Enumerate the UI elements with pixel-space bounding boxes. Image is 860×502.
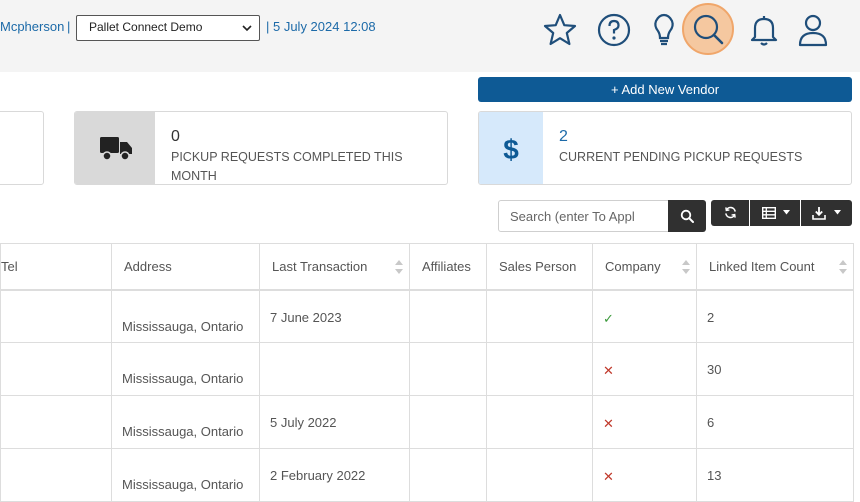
sort-icon[interactable] <box>839 259 847 275</box>
list-icon <box>762 207 776 219</box>
tel-cell <box>0 289 112 343</box>
caret-down-icon <box>834 210 841 215</box>
ideas-button[interactable] <box>644 10 684 50</box>
column-header-affiliates[interactable]: Affiliates <box>409 243 487 291</box>
linked-item-count-cell: 13 <box>696 448 854 502</box>
column-header-label: Linked Item Count <box>709 258 815 274</box>
help-icon <box>597 13 631 47</box>
table-row[interactable]: Mississauga, Ontario ✕ 30 <box>0 342 854 396</box>
bell-icon <box>750 16 778 46</box>
last-transaction-cell: 5 July 2022 <box>259 395 410 449</box>
table-row[interactable]: Mississauga, Ontario 7 June 2023 ✓ 2 <box>0 289 854 343</box>
last-transaction-cell: 2 February 2022 <box>259 448 410 502</box>
column-header-sales-person[interactable]: Sales Person <box>486 243 593 291</box>
affiliates-cell <box>409 448 487 502</box>
table-row[interactable]: Mississauga, Ontario 5 July 2022 ✕ 6 <box>0 395 854 449</box>
table-row[interactable]: Mississauga, Ontario 2 February 2022 ✕ 1… <box>0 448 854 502</box>
sales-person-cell <box>486 289 593 343</box>
vendors-table: Tel Address Last Transaction Affiliates … <box>0 243 854 502</box>
completed-pickups-count: 0 <box>171 128 180 145</box>
truck-icon <box>100 137 132 161</box>
affiliates-cell <box>409 395 487 449</box>
column-header-label: Sales Person <box>499 258 577 274</box>
company-cross-icon: ✕ <box>592 342 697 396</box>
company-cross-icon: ✕ <box>592 395 697 449</box>
help-button[interactable] <box>594 10 634 50</box>
sales-person-cell <box>486 448 593 502</box>
column-header-label: Affiliates <box>422 258 471 274</box>
top-bar: Mcpherson | Pallet Connect Demo | 5 July… <box>0 0 860 72</box>
pending-pickups-card[interactable]: $ 2 CURRENT PENDING PICKUP REQUESTS <box>478 111 852 185</box>
stat-card-partial <box>0 111 44 185</box>
column-header-tel[interactable]: Tel <box>0 243 112 291</box>
column-header-last-transaction[interactable]: Last Transaction <box>259 243 410 291</box>
dollar-icon: $ <box>503 134 519 165</box>
search-icon <box>693 14 724 45</box>
address-cell: Mississauga, Ontario <box>111 289 260 343</box>
tel-cell <box>0 342 112 396</box>
refresh-icon <box>725 206 736 219</box>
add-new-vendor-button[interactable]: + Add New Vendor <box>478 77 852 102</box>
column-header-address[interactable]: Address <box>111 243 260 291</box>
table-search-input[interactable]: Search (enter To Appl <box>498 200 670 232</box>
profile-button[interactable] <box>793 10 833 50</box>
star-icon <box>543 13 577 46</box>
column-header-company[interactable]: Company <box>592 243 697 291</box>
svg-text:$: $ <box>503 134 519 165</box>
card-icon-box <box>75 112 155 184</box>
table-search-button[interactable] <box>668 200 706 232</box>
last-transaction-cell <box>259 342 410 396</box>
column-header-label: Address <box>124 258 172 274</box>
refresh-button[interactable] <box>711 200 749 226</box>
sales-person-cell <box>486 342 593 396</box>
affiliates-cell <box>409 342 487 396</box>
linked-item-count-cell: 30 <box>696 342 854 396</box>
card-icon-box: $ <box>479 112 543 184</box>
column-header-linked-item-count[interactable]: Linked Item Count <box>696 243 854 291</box>
address-cell: Mississauga, Ontario <box>111 395 260 449</box>
company-cross-icon: ✕ <box>592 448 697 502</box>
download-icon <box>812 207 826 220</box>
user-name-link[interactable]: Mcpherson <box>0 19 64 34</box>
organization-select-value: Pallet Connect Demo <box>89 20 203 34</box>
pending-pickups-label: CURRENT PENDING PICKUP REQUESTS <box>559 150 803 164</box>
sort-icon[interactable] <box>682 259 690 275</box>
tel-cell <box>0 448 112 502</box>
last-transaction-cell: 7 June 2023 <box>259 289 410 343</box>
caret-down-icon <box>783 210 790 215</box>
linked-item-count-cell: 2 <box>696 289 854 343</box>
company-check-icon: ✓ <box>592 289 697 343</box>
completed-pickups-label: PICKUP REQUESTS COMPLETED THIS MONTH <box>171 150 403 183</box>
affiliates-cell <box>409 289 487 343</box>
search-icon <box>680 209 694 223</box>
separator: | <box>67 19 71 34</box>
global-search-button[interactable] <box>682 3 734 55</box>
tel-cell <box>0 395 112 449</box>
column-header-label: Tel <box>1 258 18 274</box>
organization-select[interactable]: Pallet Connect Demo <box>76 15 260 41</box>
column-header-label: Company <box>605 258 661 274</box>
column-header-label: Last Transaction <box>272 258 368 274</box>
table-header-row: Tel Address Last Transaction Affiliates … <box>0 243 854 291</box>
pending-pickups-count[interactable]: 2 <box>559 128 568 146</box>
address-cell: Mississauga, Ontario <box>111 342 260 396</box>
sales-person-cell <box>486 395 593 449</box>
export-button[interactable] <box>801 200 852 226</box>
completed-pickups-card[interactable]: 0 PICKUP REQUESTS COMPLETED THIS MONTH <box>74 111 448 185</box>
lightbulb-icon <box>654 13 674 46</box>
address-cell: Mississauga, Ontario <box>111 448 260 502</box>
notifications-button[interactable] <box>744 10 784 50</box>
favorites-button[interactable] <box>540 10 580 50</box>
user-icon <box>798 14 828 47</box>
sort-icon[interactable] <box>395 259 403 275</box>
chevron-down-icon <box>242 25 252 32</box>
linked-item-count-cell: 6 <box>696 395 854 449</box>
columns-toggle-button[interactable] <box>750 200 800 226</box>
current-datetime: | 5 July 2024 12:08 <box>266 19 376 34</box>
